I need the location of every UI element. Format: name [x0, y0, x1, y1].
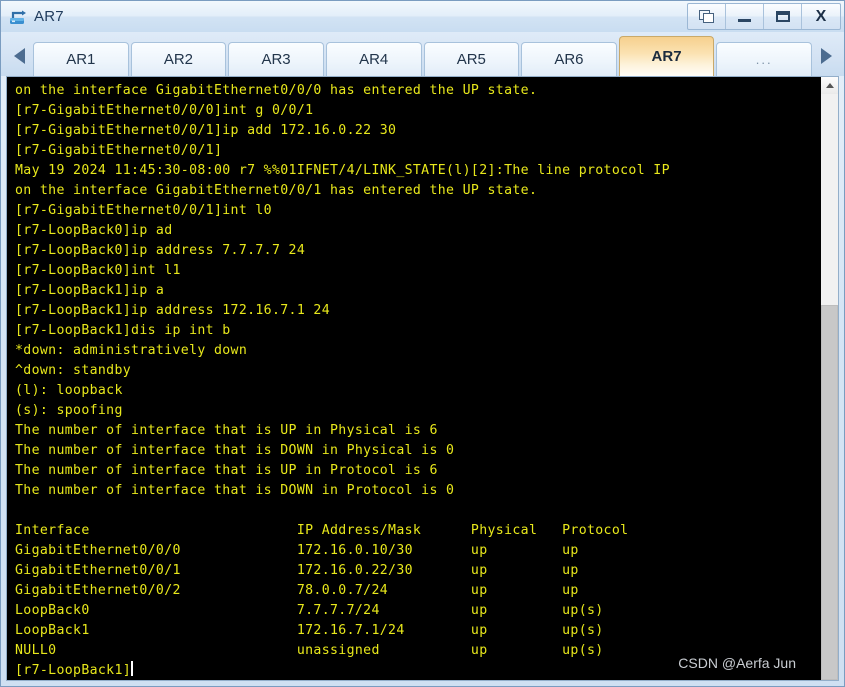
- tab-label: AR2: [163, 51, 194, 68]
- terminal-line: [r7-LoopBack0]ip ad: [15, 223, 173, 238]
- terminal-scrollbar[interactable]: [820, 77, 838, 680]
- tab-overflow[interactable]: ...: [716, 42, 812, 76]
- terminal-line: (l): loopback: [15, 383, 123, 398]
- tab-label: AR7: [651, 48, 682, 65]
- tab-label: ...: [755, 52, 773, 67]
- tab-label: AR4: [359, 51, 389, 68]
- terminal-line: [r7-LoopBack1]ip a: [15, 283, 165, 298]
- maximize-icon: [775, 11, 790, 22]
- terminal-table-row: LoopBack0 7.7.7.7/24 up up(s): [15, 603, 604, 618]
- tab-ar1[interactable]: AR1: [33, 42, 129, 76]
- close-icon: X: [815, 7, 827, 25]
- device-tabbar: AR1 AR2 AR3 AR4 AR5 AR6 AR7 ...: [1, 32, 844, 76]
- tab-scroll-right-button[interactable]: [812, 36, 840, 76]
- terminal-line: [r7-LoopBack1]ip address 172.16.7.1 24: [15, 303, 331, 318]
- terminal-table-header: Interface IP Address/Mask Physical Proto…: [15, 523, 629, 538]
- tab-label: AR6: [554, 51, 584, 68]
- terminal-line: The number of interface that is UP in Ph…: [15, 423, 438, 438]
- terminal-output[interactable]: on the interface GigabitEthernet0/0/0 ha…: [7, 77, 820, 680]
- terminal-line: *down: administratively down: [15, 343, 248, 358]
- terminal-line: [r7-LoopBack0]int l1: [15, 263, 181, 278]
- terminal-line: The number of interface that is DOWN in …: [15, 483, 455, 498]
- restore-button[interactable]: [688, 4, 726, 29]
- terminal-line: The number of interface that is DOWN in …: [15, 443, 455, 458]
- terminal-line: on the interface GigabitEthernet0/0/0 ha…: [15, 83, 538, 98]
- terminal-frame: on the interface GigabitEthernet0/0/0 ha…: [6, 76, 839, 681]
- tab-scroll-left-button[interactable]: [5, 36, 33, 76]
- tab-ar3[interactable]: AR3: [228, 42, 324, 76]
- tab-label: AR5: [456, 51, 486, 68]
- window-titlebar: AR7 X: [1, 1, 844, 32]
- terminal-line: The number of interface that is UP in Pr…: [15, 463, 438, 478]
- terminal-table-row: NULL0 unassigned up up(s): [15, 643, 604, 658]
- tab-ar7[interactable]: AR7: [618, 36, 715, 76]
- terminal-line: May 19 2024 11:45:30-08:00 r7 %%01IFNET/…: [15, 163, 670, 178]
- prompt-text: [r7-LoopBack1]: [15, 663, 132, 678]
- window-control-buttons: X: [687, 3, 841, 30]
- text-cursor: [131, 661, 134, 676]
- terminal-line: [r7-GigabitEthernet0/0/0]int g 0/0/1: [15, 103, 314, 118]
- terminal-table-row: GigabitEthernet0/0/1 172.16.0.22/30 up u…: [15, 563, 579, 578]
- maximize-button[interactable]: [764, 4, 802, 29]
- tab-label: AR3: [261, 51, 291, 68]
- minimize-button[interactable]: [726, 4, 764, 29]
- terminal-table-row: GigabitEthernet0/0/0 172.16.0.10/30 up u…: [15, 543, 579, 558]
- tab-list: AR1 AR2 AR3 AR4 AR5 AR6 AR7 ...: [33, 36, 812, 76]
- scrollbar-thumb[interactable]: [821, 304, 838, 680]
- chevron-up-icon: [825, 83, 834, 88]
- terminal-line: on the interface GigabitEthernet0/0/1 ha…: [15, 183, 538, 198]
- tab-ar4[interactable]: AR4: [325, 42, 422, 76]
- router-cli-window: AR7 X AR1 AR2 AR3 AR4 AR5 AR6 AR7 ... on…: [0, 0, 845, 687]
- scrollbar-track[interactable]: [821, 94, 838, 680]
- terminal-table-row: GigabitEthernet0/0/2 78.0.0.7/24 up up: [15, 583, 579, 598]
- terminal-line: [r7-LoopBack1]dis ip int b: [15, 323, 231, 338]
- terminal-line: [r7-LoopBack0]ip address 7.7.7.7 24: [15, 243, 306, 258]
- terminal-line: [r7-GigabitEthernet0/0/1]int l0: [15, 203, 272, 218]
- terminal-line: [r7-GigabitEthernet0/0/1]: [15, 143, 223, 158]
- terminal-prompt-line[interactable]: [r7-LoopBack1]: [15, 661, 820, 680]
- router-icon: [8, 7, 28, 27]
- restore-icon: [698, 9, 715, 24]
- tab-ar5[interactable]: AR5: [423, 42, 520, 76]
- terminal-line: ^down: standby: [15, 363, 132, 378]
- close-button[interactable]: X: [802, 4, 840, 29]
- tab-ar2[interactable]: AR2: [130, 42, 227, 76]
- terminal-line: (s): spoofing: [15, 403, 123, 418]
- terminal-line: [r7-GigabitEthernet0/0/1]ip add 172.16.0…: [15, 123, 397, 138]
- tab-ar6[interactable]: AR6: [521, 42, 617, 76]
- chevron-left-icon: [13, 48, 25, 64]
- titlebar-left-group: AR7: [8, 7, 64, 27]
- minimize-icon: [738, 19, 751, 22]
- terminal-table-row: LoopBack1 172.16.7.1/24 up up(s): [15, 623, 604, 638]
- window-title: AR7: [34, 8, 64, 25]
- chevron-right-icon: [820, 48, 832, 64]
- scrollbar-up-button[interactable]: [821, 77, 838, 94]
- tab-label: AR1: [66, 51, 96, 68]
